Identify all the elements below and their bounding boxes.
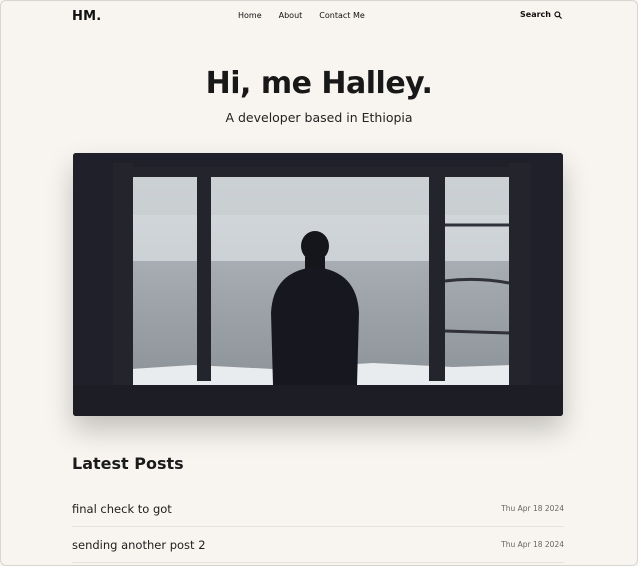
search-icon xyxy=(554,10,562,19)
nav-about[interactable]: About xyxy=(279,11,303,20)
post-date: Thu Apr 18 2024 xyxy=(501,540,564,549)
search-button[interactable]: Search xyxy=(520,10,562,19)
site-logo[interactable]: HM. xyxy=(72,9,101,24)
latest-posts-heading: Latest Posts xyxy=(72,454,184,473)
nav-contact[interactable]: Contact Me xyxy=(319,11,365,20)
main-nav: Home About Contact Me xyxy=(238,11,382,20)
post-item[interactable]: sending another post 2 Thu Apr 18 2024 xyxy=(72,527,564,563)
hero-image xyxy=(73,153,563,416)
post-item[interactable]: final check to got Thu Apr 18 2024 xyxy=(72,491,564,527)
hero-title: Hi, me Halley. xyxy=(205,66,433,101)
post-title[interactable]: sending another post 2 xyxy=(72,538,206,552)
search-label: Search xyxy=(520,10,551,19)
post-title[interactable]: final check to got xyxy=(72,502,172,516)
nav-home[interactable]: Home xyxy=(238,11,262,20)
hero-subtitle: A developer based in Ethiopia xyxy=(225,110,413,125)
post-date: Thu Apr 18 2024 xyxy=(501,504,564,513)
